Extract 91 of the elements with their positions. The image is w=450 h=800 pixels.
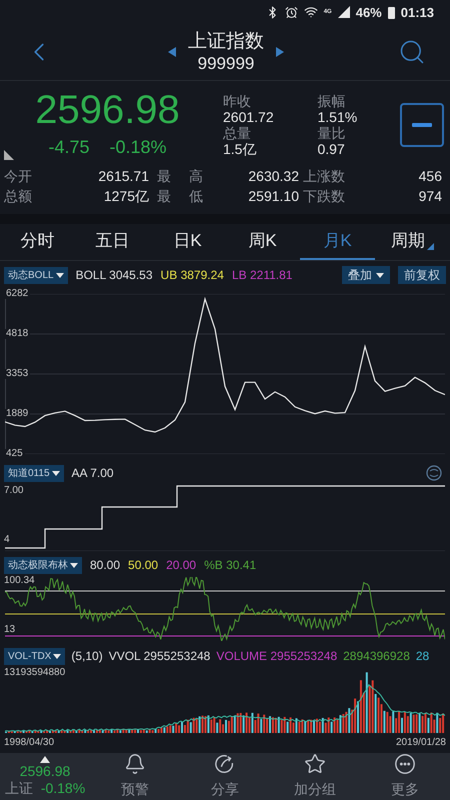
detail-value: 2615.71 [97, 166, 149, 186]
indicator-reading: 20.00 [166, 557, 196, 574]
ticker-change: -0.18% [40, 780, 86, 798]
previous-icon[interactable] [168, 47, 176, 58]
period-tab[interactable]: 周K [225, 224, 300, 260]
index-code: 999999 [198, 53, 254, 75]
detail-value: 2591.10 [247, 186, 299, 206]
bottom-nav-item[interactable]: 更多 [360, 753, 450, 800]
stat-label: 总量 [223, 125, 252, 142]
battery-icon [388, 6, 395, 19]
price-change: -4.75 [48, 136, 90, 159]
current-price: 2596.98 [35, 90, 180, 130]
bottom-nav-item[interactable]: 加分组 [270, 753, 360, 800]
detail-label: 最 低 [156, 186, 204, 206]
chart-option-button[interactable]: 叠加 [342, 266, 390, 284]
period-tab[interactable]: 分时 [0, 224, 75, 260]
period-tab[interactable]: 日K [150, 224, 225, 260]
bottom-nav-item[interactable]: 分享 [180, 753, 270, 800]
axis-label: 100.34 [4, 576, 35, 586]
indicator-selector[interactable]: 动态BOLL [4, 266, 68, 284]
indicator-reading: BOLL 3045.53 [76, 267, 153, 284]
stat-label: 振幅 [318, 93, 346, 110]
caret-icon [56, 272, 64, 278]
caret-icon [376, 272, 384, 278]
ticker-name: 上证 [4, 780, 33, 798]
signal-icon [338, 6, 350, 18]
indicator-reading: LB 2211.81 [232, 267, 292, 284]
indicator-reading: 28 [416, 648, 430, 665]
detail-value: 974 [418, 186, 443, 206]
indicator-reading: UB 3879.24 [160, 267, 224, 284]
axis-label: 6282 [4, 289, 30, 299]
ticker-price: 2596.98 [20, 762, 70, 780]
axis-label: 4 [4, 535, 10, 545]
axis-label: 1998/04/30 [4, 736, 54, 749]
minus-icon [412, 123, 432, 128]
detail-label: 下跌数 [302, 186, 346, 206]
axis-label: 425 [4, 449, 25, 459]
axis-label: 1889 [4, 409, 30, 419]
indicator-reading: 2894396928 [343, 648, 410, 665]
alarm-icon [284, 6, 298, 19]
axis-label: 3353 [4, 369, 30, 379]
more-icon [394, 753, 416, 775]
period-tab[interactable]: 五日 [75, 224, 150, 260]
wifi-icon [304, 5, 318, 20]
corner-icon [4, 150, 14, 160]
detail-label: 今开 [4, 166, 33, 186]
bell-icon [124, 753, 146, 775]
stat-value: 0.97 [318, 141, 346, 158]
bottom-nav-item[interactable]: 预警 [90, 753, 180, 800]
battery-level: 46% [356, 4, 382, 22]
indicator-reading: VVOL 2955253248 [108, 648, 210, 665]
detail-label: 最 高 [156, 166, 204, 186]
percent-change: -0.18% [109, 136, 167, 159]
stat-label: 量比 [318, 125, 346, 142]
axis-label: 2019/01/28 [396, 736, 446, 749]
indicator-reading: AA 7.00 [72, 465, 114, 482]
stat-value: 1.51% [318, 109, 358, 126]
star-icon [304, 753, 326, 775]
indicator-selector[interactable]: 动态极限布林 [4, 556, 82, 574]
stat-label: 昨收 [223, 93, 252, 110]
caret-icon [52, 470, 60, 476]
corner-caret-icon [427, 243, 434, 250]
chart-option-button[interactable]: 前复权 [398, 266, 446, 284]
indicator-selector[interactable]: 知道0115 [4, 464, 64, 482]
caret-icon [70, 562, 78, 568]
indicator-reading: %B 30.41 [204, 557, 256, 574]
share-icon [214, 753, 236, 775]
detail-value: 456 [418, 166, 443, 186]
indicator-selector[interactable]: VOL-TDX [4, 648, 66, 664]
axis-label: 4818 [4, 328, 30, 339]
stat-value: 2601.72 [223, 109, 275, 126]
up-arrow-icon [40, 756, 50, 762]
axis-label: 7.00 [4, 486, 24, 496]
next-icon[interactable] [276, 47, 284, 58]
caret-icon [53, 654, 62, 658]
period-tab[interactable]: 周期 [375, 224, 450, 260]
clock: 01:13 [400, 4, 434, 22]
indicator-reading: VOLUME 2955253248 [216, 648, 338, 665]
indicator-reading: 80.00 [90, 557, 120, 574]
index-name: 上证指数 [188, 30, 264, 54]
indicator-reading: (5,10) [71, 648, 103, 665]
detail-label: 总额 [4, 186, 33, 206]
axis-label: 13193594880 [4, 668, 66, 678]
axis-label: 13 [4, 625, 16, 635]
detail-value: 2630.32 [247, 166, 299, 186]
period-tab[interactable]: 月K [300, 224, 375, 260]
detail-value: 1275亿 [102, 186, 149, 206]
collapse-button[interactable] [400, 103, 444, 148]
detail-label: 上涨数 [302, 166, 346, 186]
indicator-reading: 50.00 [128, 557, 158, 574]
stat-value: 1.5亿 [223, 141, 258, 158]
